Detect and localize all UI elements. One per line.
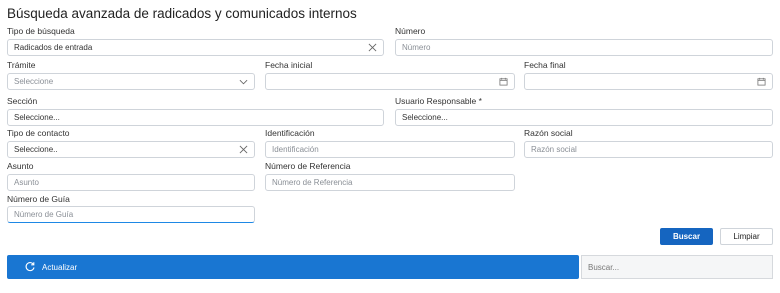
refresh-icon (24, 261, 36, 273)
numero-input[interactable] (395, 39, 773, 56)
razon-social-input[interactable] (524, 141, 773, 158)
clear-icon[interactable] (238, 145, 248, 155)
tipo-busqueda-value: Radicados de entrada (14, 43, 93, 52)
label-numero: Número (395, 26, 426, 36)
label-fecha-final: Fecha final (524, 60, 566, 70)
buscar-button[interactable]: Buscar (660, 228, 713, 245)
label-asunto: Asunto (7, 161, 34, 171)
asunto-input[interactable] (7, 174, 255, 191)
fecha-final-input[interactable] (524, 73, 773, 90)
label-seccion: Sección (7, 96, 38, 106)
label-tipo-contacto: Tipo de contacto (7, 128, 70, 138)
tramite-select[interactable]: Seleccione (7, 73, 255, 90)
tramite-placeholder: Seleccione (14, 77, 54, 86)
numero-guia-input[interactable] (7, 206, 255, 223)
label-razon-social: Razón social (524, 128, 573, 138)
usuario-responsable-value: Seleccione... (402, 113, 448, 122)
usuario-responsable-select[interactable]: Seleccione... (395, 109, 773, 126)
chevron-down-icon (238, 77, 248, 87)
calendar-icon[interactable] (498, 77, 508, 87)
page-title: Búsqueda avanzada de radicados y comunic… (7, 6, 357, 21)
limpiar-button[interactable]: Limpiar (720, 228, 773, 245)
label-numero-referencia: Número de Referencia (265, 161, 351, 171)
seccion-value: Seleccione... (14, 113, 60, 122)
actualizar-label: Actualizar (42, 262, 78, 272)
clear-icon[interactable] (367, 43, 377, 53)
numero-referencia-input[interactable] (265, 174, 515, 191)
calendar-icon[interactable] (756, 77, 766, 87)
tipo-busqueda-select[interactable]: Radicados de entrada (7, 39, 384, 56)
label-fecha-inicial: Fecha inicial (265, 60, 313, 70)
tipo-contacto-select[interactable]: Seleccione.. (7, 141, 255, 158)
table-search-input[interactable] (581, 255, 773, 279)
label-usuario-responsable: Usuario Responsable * (395, 96, 482, 106)
tipo-contacto-value: Seleccione.. (14, 145, 58, 154)
label-tipo-busqueda: Tipo de búsqueda (7, 26, 75, 36)
identificacion-input[interactable] (265, 141, 515, 158)
label-numero-guia: Número de Guía (7, 194, 70, 204)
actualizar-button[interactable]: Actualizar (7, 255, 579, 279)
label-tramite: Trámite (7, 60, 36, 70)
seccion-select[interactable]: Seleccione... (7, 109, 384, 126)
label-identificacion: Identificación (265, 128, 315, 138)
fecha-inicial-input[interactable] (265, 73, 515, 90)
